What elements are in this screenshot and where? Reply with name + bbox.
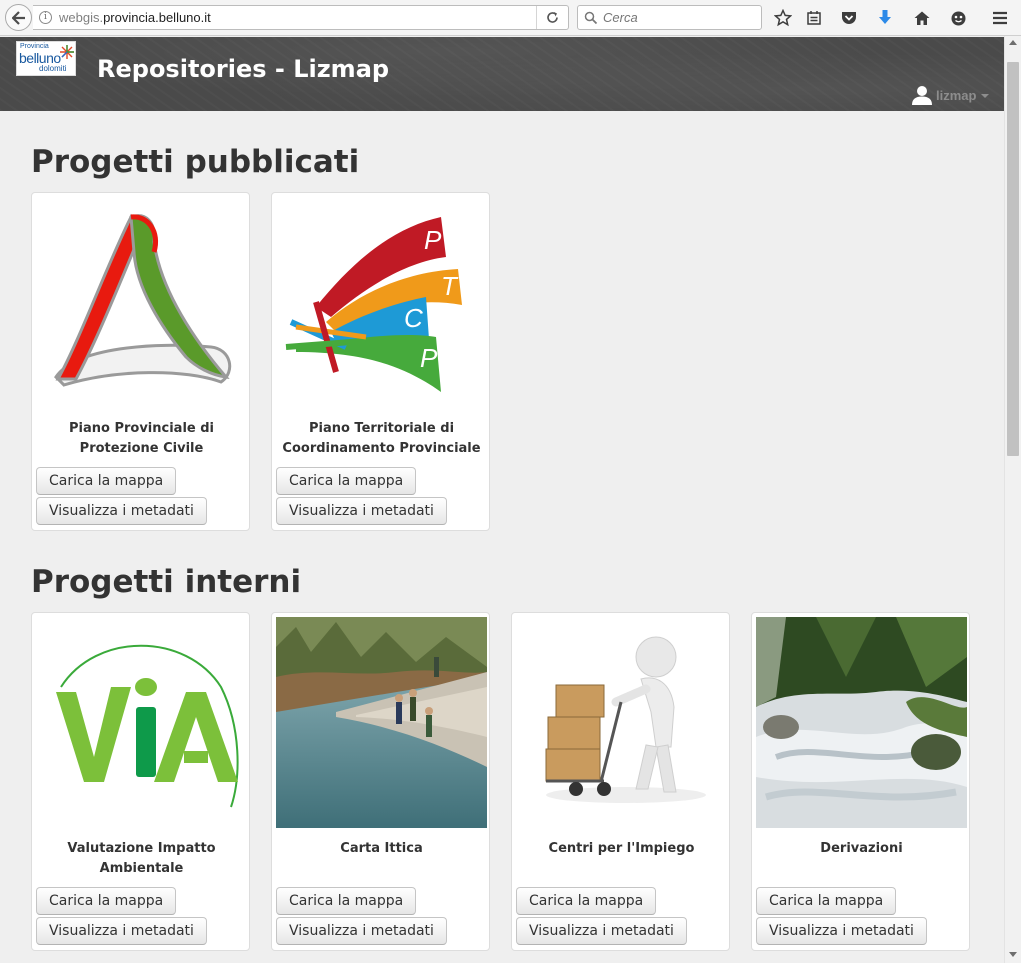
logo-text-provincia: Provincia bbox=[20, 43, 49, 50]
browser-toolbar: i webgis.provincia.belluno.it Cerca bbox=[0, 0, 1021, 36]
search-bar[interactable]: Cerca bbox=[577, 5, 762, 30]
view-metadata-button[interactable]: Visualizza i metadati bbox=[516, 917, 687, 945]
svg-text:P: P bbox=[424, 225, 442, 255]
mountain-stream-photo[interactable] bbox=[756, 617, 967, 828]
view-metadata-button[interactable]: Visualizza i metadati bbox=[756, 917, 927, 945]
bookmark-star-icon[interactable] bbox=[772, 7, 794, 29]
project-card: P T C P Piano Territoriale di Coordiname… bbox=[271, 192, 490, 531]
view-metadata-button[interactable]: Visualizza i metadati bbox=[276, 497, 447, 525]
scroll-up-arrow-icon[interactable] bbox=[1009, 40, 1017, 45]
view-metadata-button[interactable]: Visualizza i metadati bbox=[276, 917, 447, 945]
load-map-button[interactable]: Carica la mappa bbox=[756, 887, 897, 915]
project-title: Piano Provinciale di Protezione Civile bbox=[68, 421, 215, 456]
emoji-addon-icon[interactable] bbox=[947, 7, 969, 29]
home-icon[interactable] bbox=[911, 7, 933, 29]
info-icon[interactable]: i bbox=[39, 11, 52, 24]
user-icon bbox=[912, 86, 932, 105]
protezione-civile-logo[interactable] bbox=[36, 197, 247, 408]
svg-text:T: T bbox=[441, 271, 459, 301]
river-fishing-photo[interactable] bbox=[276, 617, 487, 828]
user-menu[interactable]: lizmap bbox=[912, 85, 990, 105]
search-icon bbox=[584, 10, 598, 29]
project-card: Valutazione Impatto Ambientale Carica la… bbox=[31, 612, 250, 951]
logo-star-icon bbox=[60, 45, 74, 59]
site-title: Repositories - Lizmap bbox=[97, 55, 390, 83]
svg-text:P: P bbox=[420, 343, 438, 373]
ptcp-logo[interactable]: P T C P bbox=[276, 197, 487, 408]
url-subdomain: webgis. bbox=[59, 10, 104, 25]
project-title: Centri per l'Impiego bbox=[548, 841, 695, 856]
project-title: Derivazioni bbox=[820, 841, 903, 856]
project-title: Carta Ittica bbox=[340, 841, 423, 856]
project-card: Centri per l'Impiego Carica la mappa Vis… bbox=[511, 612, 730, 951]
view-metadata-button[interactable]: Visualizza i metadati bbox=[36, 497, 207, 525]
url-text: webgis.provincia.belluno.it bbox=[59, 10, 211, 25]
view-metadata-button[interactable]: Visualizza i metadati bbox=[36, 917, 207, 945]
load-map-button[interactable]: Carica la mappa bbox=[36, 467, 177, 495]
via-logo[interactable] bbox=[36, 617, 247, 828]
caret-down-icon bbox=[981, 94, 990, 98]
address-bar[interactable]: i webgis.provincia.belluno.it bbox=[33, 5, 569, 30]
project-card: Carta Ittica Carica la mappa Visualizza … bbox=[271, 612, 490, 951]
back-arrow-icon bbox=[11, 10, 25, 25]
user-name: lizmap bbox=[936, 87, 977, 103]
project-title: Piano Territoriale di Coordinamento Prov… bbox=[282, 421, 481, 456]
reading-list-icon[interactable] bbox=[803, 7, 825, 29]
project-card: Derivazioni Carica la mappa Visualizza i… bbox=[751, 612, 970, 951]
load-map-button[interactable]: Carica la mappa bbox=[516, 887, 657, 915]
load-map-button[interactable]: Carica la mappa bbox=[276, 467, 417, 495]
site-header: Provincia belluno dolomiti Repositories … bbox=[0, 37, 1004, 111]
delivery-figure-image[interactable] bbox=[516, 617, 727, 828]
back-button[interactable] bbox=[5, 4, 32, 31]
search-placeholder: Cerca bbox=[603, 10, 638, 25]
load-map-button[interactable]: Carica la mappa bbox=[36, 887, 177, 915]
page-scrollbar[interactable] bbox=[1004, 36, 1021, 963]
svg-text:C: C bbox=[404, 303, 423, 333]
project-title: Valutazione Impatto Ambientale bbox=[67, 841, 216, 876]
logo-text-dolomiti: dolomiti bbox=[39, 64, 67, 73]
load-map-button[interactable]: Carica la mappa bbox=[276, 887, 417, 915]
pocket-icon[interactable] bbox=[838, 7, 860, 29]
reload-button[interactable] bbox=[536, 6, 568, 29]
section-title-published: Progetti pubblicati bbox=[31, 144, 360, 180]
url-domain: provincia.belluno.it bbox=[103, 10, 211, 25]
menu-hamburger-icon[interactable] bbox=[989, 7, 1011, 29]
project-card: Piano Provinciale di Protezione Civile C… bbox=[31, 192, 250, 531]
provincia-belluno-logo[interactable]: Provincia belluno dolomiti bbox=[16, 41, 76, 76]
section-title-internal: Progetti interni bbox=[31, 564, 302, 600]
scroll-down-arrow-icon[interactable] bbox=[1009, 952, 1017, 957]
download-icon[interactable] bbox=[874, 7, 896, 29]
reload-icon bbox=[547, 12, 558, 23]
scroll-thumb[interactable] bbox=[1007, 62, 1019, 456]
